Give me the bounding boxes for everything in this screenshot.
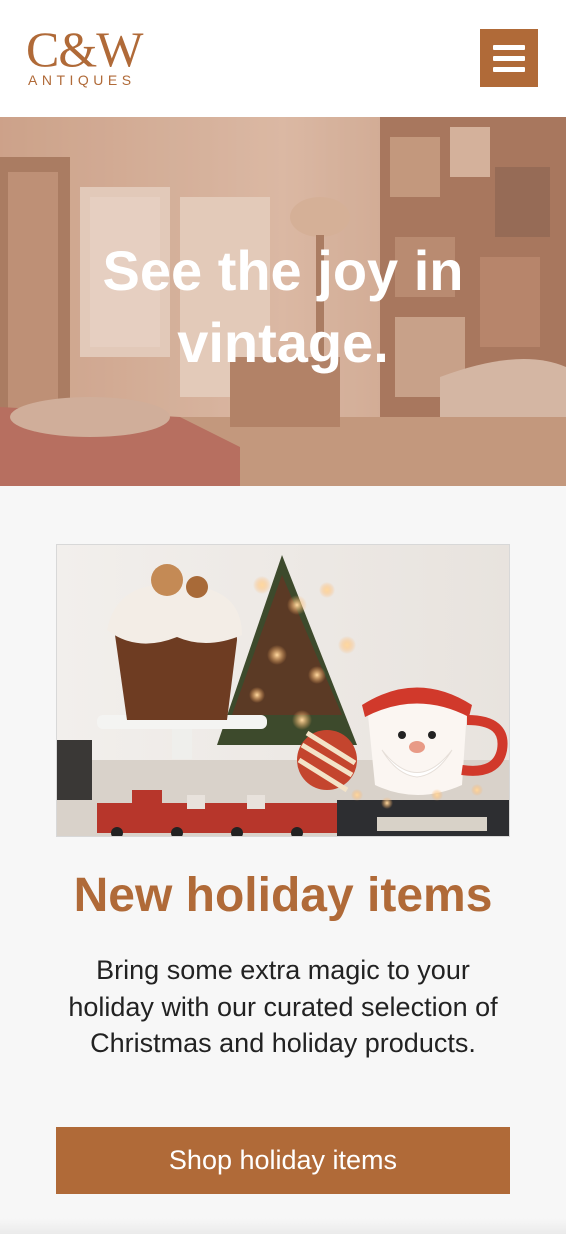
hero-title: See the joy in vintage. [102,239,464,374]
feature-description: Bring some extra magic to your holiday w… [68,955,498,1058]
logo-subtitle: ANTIQUES [28,72,136,88]
brand-logo[interactable]: C&W ANTIQUES [26,24,152,90]
menu-button[interactable] [480,29,538,87]
hero-banner: See the joy in vintage. [0,117,566,486]
feature-title: New holiday items [73,869,493,922]
bottom-divider [0,1218,566,1234]
hamburger-menu-icon [493,45,525,50]
shop-holiday-items-button[interactable]: Shop holiday items [56,1127,510,1194]
hamburger-bar [493,67,525,72]
holiday-scene-image [57,545,509,836]
logo-mark: C&W [26,21,143,77]
holiday-feature-image [56,544,510,837]
hamburger-bar [493,56,525,61]
site-header: C&W ANTIQUES [0,0,566,117]
